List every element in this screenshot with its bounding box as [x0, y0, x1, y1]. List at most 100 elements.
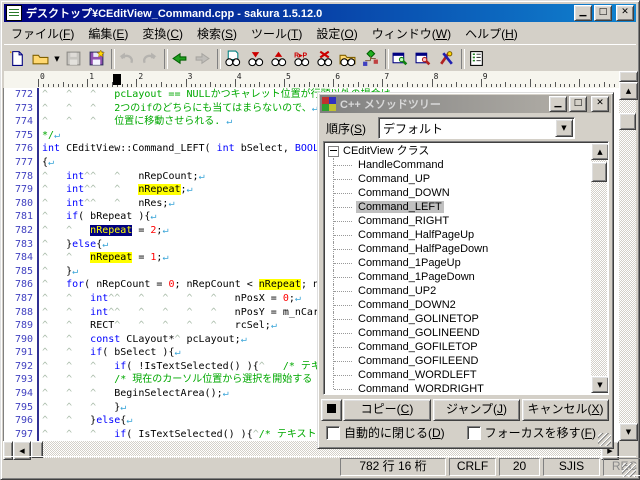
save-as-button[interactable] [85, 47, 108, 70]
scroll-up-button[interactable]: ▲ [619, 82, 638, 100]
tree-item-command_right[interactable]: Command_RIGHT [326, 214, 590, 228]
tree-item-command_wordright[interactable]: Command_WORDRIGHT [326, 382, 590, 392]
menu-convert[interactable]: 変換(C) [135, 23, 190, 44]
ruler-tick [47, 84, 49, 87]
maximize-button[interactable]: □ [594, 5, 612, 21]
code-segment: nPosX = [234, 292, 283, 304]
jump-back-button[interactable] [168, 47, 191, 70]
code-segment: int [42, 143, 61, 155]
tree-item-command_up[interactable]: Command_UP [326, 172, 590, 186]
code-segment: /* 現在のカーソル位置から選択を開始する */ [114, 374, 331, 386]
ruler-tick [239, 84, 241, 87]
tree-item-command_halfpageup[interactable]: Command_HalfPageUp [326, 228, 590, 242]
app-icon [6, 5, 22, 21]
tree-item-command_1pageup[interactable]: Command_1PageUp [326, 256, 590, 270]
menu-edit[interactable]: 編集(E) [81, 23, 135, 44]
vertical-scrollbar[interactable]: ▲ ▼ [619, 71, 638, 441]
vertical-split-box[interactable] [619, 71, 638, 82]
tree-item-command_1pagedown[interactable]: Command_1PageDown [326, 270, 590, 284]
dialog-resize-grip[interactable] [598, 433, 611, 446]
outline-analysis-button[interactable] [359, 47, 382, 70]
copy-button[interactable]: コピー(C) [343, 399, 431, 421]
keyword-settings-button[interactable] [435, 47, 458, 70]
type-settings-button[interactable] [412, 47, 435, 70]
tree-scroll-up-button[interactable]: ▲ [591, 143, 608, 160]
code-segment: ^^ ^ [84, 197, 139, 209]
code-segment: ^^ ^ ^ ^ ^ [108, 306, 235, 318]
replace-button[interactable]: R▸P [290, 47, 313, 70]
clear-marks-button[interactable] [313, 47, 336, 70]
cancel-button[interactable]: キャンセル(X) [522, 399, 609, 421]
tree-item-command_up2[interactable]: Command_UP2 [326, 284, 590, 298]
common-settings-button[interactable] [389, 47, 412, 70]
menu-tool[interactable]: ツール(T) [244, 23, 309, 44]
menu-bar: ファイル(F) 編集(E) 変換(C) 検索(S) ツール(T) 設定(O) ウィンドウ(W… [4, 23, 636, 43]
ruler-tick [515, 84, 517, 87]
jump-forward-button[interactable] [191, 47, 214, 70]
code-segment: BOOL [294, 143, 319, 155]
line-number: 778 [14, 170, 33, 182]
window-resize-grip[interactable] [622, 463, 636, 477]
tree-item-handlecommand[interactable]: HandleCommand [326, 158, 590, 172]
outline-list-icon [470, 51, 483, 66]
jump-button[interactable]: ジャンプ(J) [433, 399, 520, 421]
ruler-tick [126, 84, 128, 87]
stop-button[interactable] [321, 399, 342, 421]
tree-root-ceditview-class[interactable]: CEditView クラス [326, 144, 590, 158]
menu-search[interactable]: 検索(S) [190, 23, 244, 44]
tree-scroll-thumb[interactable] [591, 162, 607, 182]
tree-item-command_gofileend[interactable]: Command_GOFILEEND [326, 354, 590, 368]
code-segment: ( bRepeat ){ [78, 211, 151, 223]
find-next-button[interactable] [244, 47, 267, 70]
ruler-tick [313, 84, 315, 87]
code-segment: CEditView::Command_LEFT( [60, 143, 217, 155]
dialog-close-button[interactable]: ✕ [591, 96, 609, 112]
vertical-scroll-track[interactable] [619, 100, 636, 423]
ruler-tick [544, 84, 546, 87]
tree-item-command_golineend[interactable]: Command_GOLINEEND [326, 326, 590, 340]
tree-item-command_gofiletop[interactable]: Command_GOFILETOP [326, 340, 590, 354]
order-combobox[interactable]: デフォルト ▼ [378, 117, 575, 139]
open-file-button[interactable] [29, 47, 52, 70]
ruler-number: 3 [187, 72, 193, 81]
grep-icon [339, 54, 356, 67]
new-file-button[interactable] [6, 47, 29, 70]
close-button[interactable]: ✕ [616, 5, 634, 21]
open-file-dropdown-button[interactable]: ▼ [52, 47, 62, 70]
auto-close-checkbox[interactable] [326, 425, 340, 440]
save-button[interactable] [62, 47, 85, 70]
minimize-button[interactable]: ▁ [574, 5, 592, 21]
undo-button[interactable] [115, 47, 138, 70]
grep-button[interactable] [336, 47, 359, 70]
menu-help[interactable]: ヘルプ(H) [458, 23, 525, 44]
tree-item-command_down2[interactable]: Command_DOWN2 [326, 298, 590, 312]
vertical-scroll-thumb[interactable] [619, 113, 636, 130]
tree-scroll-down-button[interactable]: ▼ [591, 376, 608, 393]
code-segment: ↵ [150, 211, 157, 223]
menu-window[interactable]: ウィンドウ(W) [365, 23, 458, 44]
line-number: 784 [14, 252, 33, 264]
ruler-tick [505, 82, 507, 87]
tree-scrollbar[interactable]: ▲ ▼ [591, 143, 608, 393]
tree-item-command_halfpagedown[interactable]: Command_HalfPageDown [326, 242, 590, 256]
dialog-minimize-button[interactable]: ▁ [549, 96, 567, 112]
outline-list-button[interactable] [465, 47, 488, 70]
tree-item-command_golinetop[interactable]: Command_GOLINETOP [326, 312, 590, 326]
tree-collapse-icon[interactable] [328, 145, 339, 157]
redo-button[interactable] [138, 47, 161, 70]
menu-settings[interactable]: 設定(O) [309, 23, 364, 44]
find-prev-button[interactable] [267, 47, 290, 70]
move-focus-checkbox[interactable] [466, 425, 481, 440]
find-button[interactable] [221, 47, 244, 70]
redo-icon [143, 52, 157, 64]
menu-file[interactable]: ファイル(F) [4, 23, 81, 44]
tree-item-command_left[interactable]: Command_LEFT [326, 200, 590, 214]
tree-item-command_down[interactable]: Command_DOWN [326, 186, 590, 200]
scroll-down-button[interactable]: ▼ [619, 423, 638, 441]
ruler-tick [382, 79, 384, 87]
combobox-dropdown-button[interactable]: ▼ [555, 119, 573, 137]
dialog-maximize-button[interactable]: □ [569, 96, 587, 112]
tree-item-command_wordleft[interactable]: Command_WORDLEFT [326, 368, 590, 382]
tree-scroll-track[interactable] [591, 160, 607, 376]
ruler-tick [269, 84, 271, 87]
